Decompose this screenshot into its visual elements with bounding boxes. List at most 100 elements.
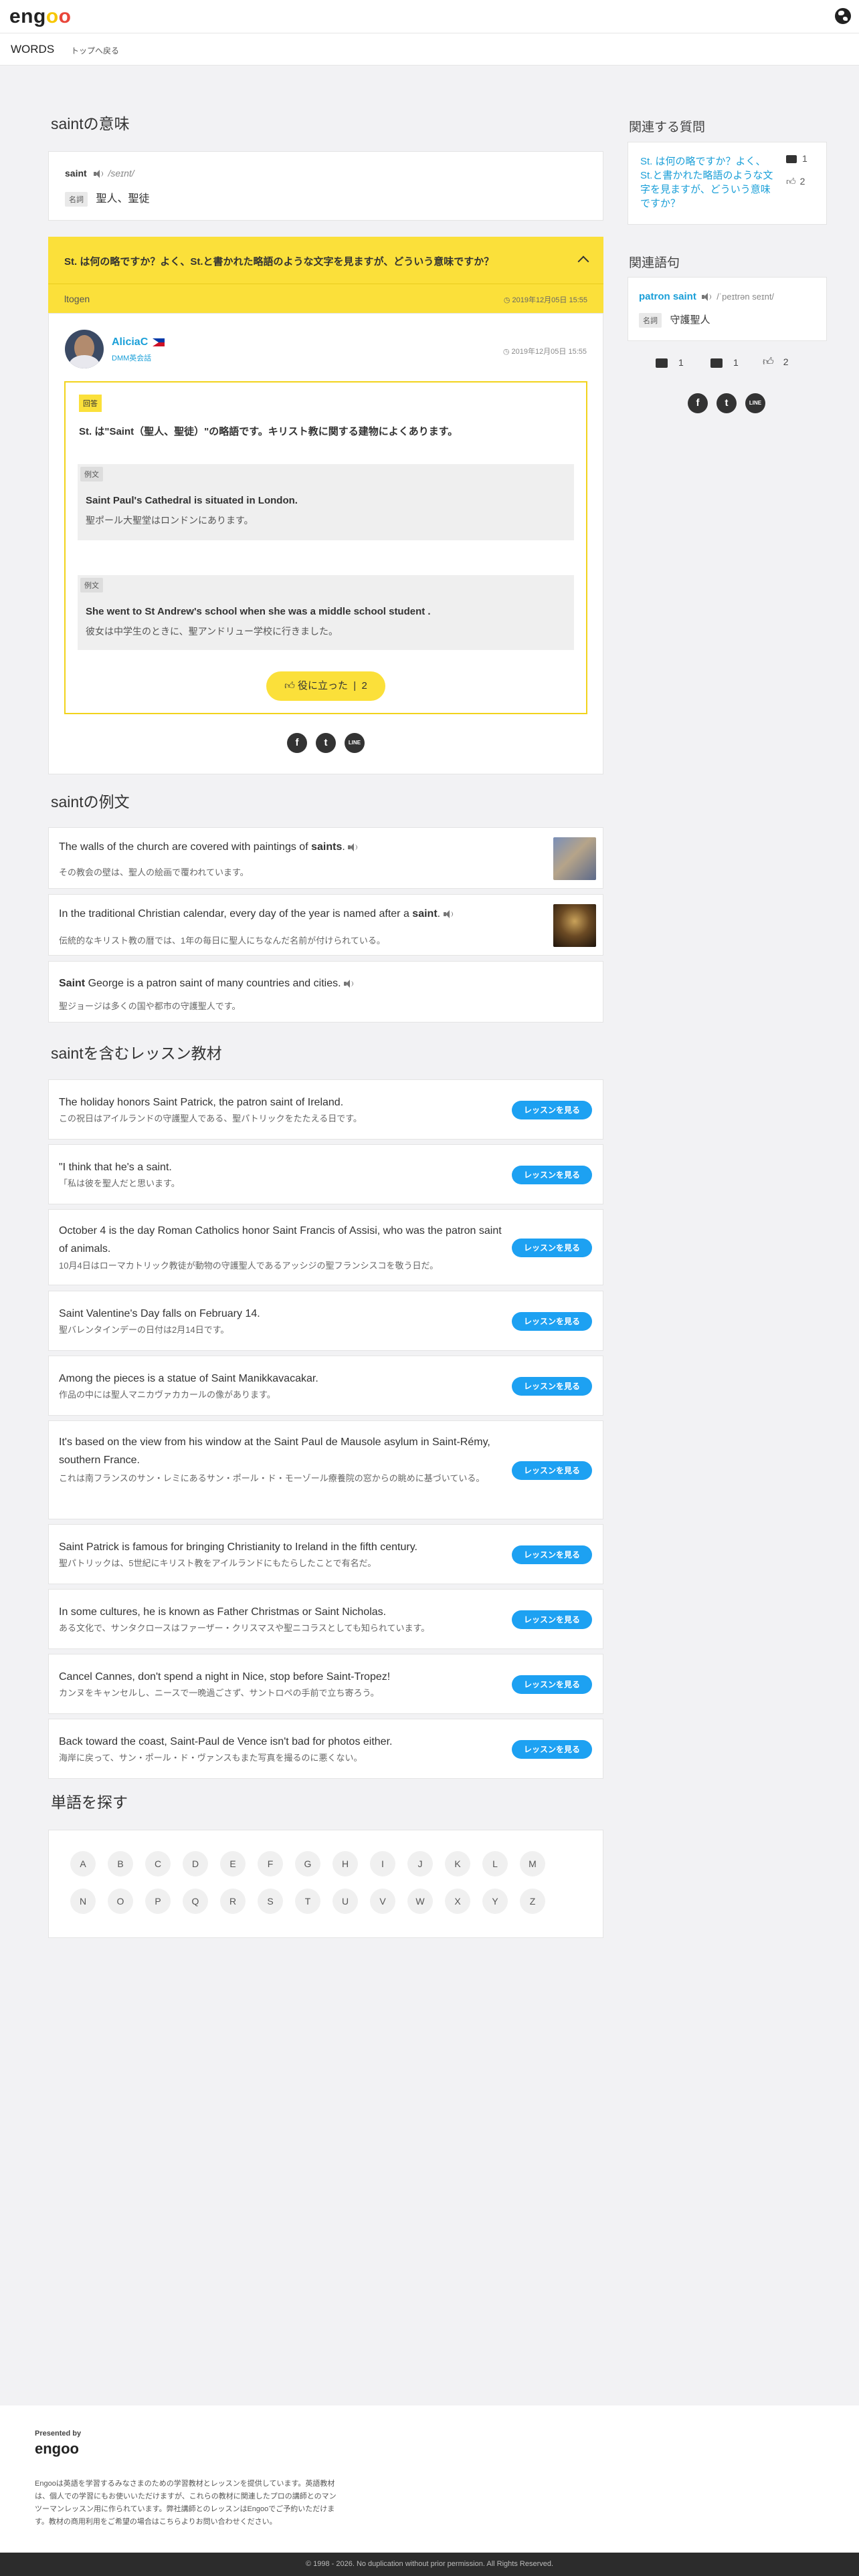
letter-e[interactable]: E [220,1851,246,1876]
letter-s[interactable]: S [258,1889,283,1914]
answerer-badge: DMM英会話 [112,354,152,362]
letter-m[interactable]: M [520,1851,545,1876]
letter-z[interactable]: Z [520,1889,545,1914]
letter-q[interactable]: Q [183,1889,208,1914]
copyright: © 1998 - 2026. No duplication without pr… [0,2553,859,2576]
letter-p[interactable]: P [145,1889,171,1914]
example-box-2: 例文 She went to St Andrew's school when s… [78,575,574,650]
letter-b[interactable]: B [108,1851,133,1876]
letter-r[interactable]: R [220,1889,246,1914]
letter-y[interactable]: Y [482,1889,508,1914]
letter-o[interactable]: O [108,1889,133,1914]
letter-x[interactable]: X [445,1889,470,1914]
lesson-ja: ある文化で、サンタクロースはファーザー・クリスマスや聖ニコラスとしても知られてい… [59,1623,430,1633]
letter-u[interactable]: U [332,1889,358,1914]
twitter-icon[interactable]: t [717,393,737,413]
footer-description: Engooは英語を学習するみなさまのための学習教材とレッスンを提供しています。英… [35,2480,337,2526]
example-en: Saint Paul's Cathedral is situated in Lo… [86,495,298,506]
line-icon[interactable]: LINE [745,393,765,413]
pos-tag: 名詞 [639,313,662,328]
lesson-card: Among the pieces is a statue of Saint Ma… [48,1356,603,1416]
letter-f[interactable]: F [258,1851,283,1876]
view-lesson-button[interactable]: レッスンを見る [512,1166,592,1184]
letter-t[interactable]: T [295,1889,320,1914]
lesson-ja: 作品の中には聖人マニカヴァカカールの像があります。 [59,1390,276,1400]
letter-c[interactable]: C [145,1851,171,1876]
view-lesson-button[interactable]: レッスンを見る [512,1461,592,1480]
question-header[interactable]: St. は何の略ですか？よく、St.と書かれた略語のような文字を見ますが、どうい… [48,237,603,284]
helpful-button[interactable]: 👍︎ 役に立った | 2 [266,671,385,701]
search-words-title: 単語を探す [51,1794,128,1811]
speaker-icon[interactable] [93,170,103,179]
engoo-logo[interactable]: engoo [9,5,72,28]
chat-bubbles-icon [710,358,723,368]
lesson-ja: 聖パトリックは、5世紀にキリスト教をアイルランドにもたらしたことで有名だ。 [59,1558,377,1568]
letter-l[interactable]: L [482,1851,508,1876]
view-lesson-button[interactable]: レッスンを見る [512,1377,592,1396]
footer-logo[interactable]: engoo [35,2440,79,2458]
painting-thumbnail[interactable] [553,904,596,947]
sentence-en: In the traditional Christian calendar, e… [59,908,453,920]
speaker-icon[interactable] [344,979,353,988]
chat-bubbles-icon [786,155,797,164]
letter-v[interactable]: V [370,1889,395,1914]
facebook-icon[interactable]: f [688,393,708,413]
lesson-card: Saint Patrick is famous for bringing Chr… [48,1524,603,1584]
related-words-title: 関連語句 [629,256,680,270]
globe-icon[interactable] [835,8,851,24]
answer-text: St. は"Saint（聖人、聖徒）"の略語です。キリスト教に関する建物によくあ… [79,426,458,437]
lesson-card: "I think that he's a saint. 「私は彼を聖人だと思いま… [48,1144,603,1204]
back-to-top-link[interactable]: トップへ戻る [71,45,119,56]
letter-d[interactable]: D [183,1851,208,1876]
related-word-link[interactable]: patron saint [639,291,696,302]
speaker-icon[interactable] [348,843,358,851]
line-icon[interactable]: LINE [345,733,365,753]
view-lesson-button[interactable]: レッスンを見る [512,1239,592,1257]
letter-w[interactable]: W [407,1889,433,1914]
view-lesson-button[interactable]: レッスンを見る [512,1675,592,1694]
words-label[interactable]: WORDS [11,43,54,56]
lesson-ja: 聖バレンタインデーの日付は2月14日です。 [59,1325,229,1335]
definition-card: saint /seɪnt/ 名詞 聖人、聖徒 [48,151,603,221]
lesson-en: Saint Valentine's Day falls on February … [59,1308,260,1319]
twitter-icon[interactable]: t [316,733,336,753]
sentence-card: The walls of the church are covered with… [48,827,603,889]
flag-icon [152,338,165,346]
chevron-up-icon[interactable] [577,255,589,267]
letter-i[interactable]: I [370,1851,395,1876]
answerer-name[interactable]: AliciaC [112,336,148,348]
speaker-icon[interactable] [443,909,453,918]
letter-h[interactable]: H [332,1851,358,1876]
view-lesson-button[interactable]: レッスンを見る [512,1610,592,1629]
example-label: 例文 [80,467,103,481]
alphabet-card: A B C D E F G H I J K L M N O P Q R S T … [48,1830,603,1938]
facebook-icon[interactable]: f [287,733,307,753]
view-lesson-button[interactable]: レッスンを見る [512,1740,592,1759]
letter-k[interactable]: K [445,1851,470,1876]
pos-tag: 名詞 [65,192,88,207]
stat-answers: 1 [710,357,739,368]
stat-likes: 👍︎ 2 [763,356,789,368]
letter-a[interactable]: A [70,1851,96,1876]
letter-g[interactable]: G [295,1851,320,1876]
search-bubble-icon [656,358,668,368]
avatar[interactable] [65,330,104,368]
example-ja: 聖ポール大聖堂はロンドンにあります。 [86,515,254,526]
painting-thumbnail[interactable] [553,837,596,880]
answer-box: 回答 St. は"Saint（聖人、聖徒）"の略語です。キリスト教に関する建物に… [64,381,587,714]
sentence-card: In the traditional Christian calendar, e… [48,894,603,956]
thumbs-up-icon: 👍︎ [786,176,796,187]
like-count: 👍︎ 2 [786,176,805,187]
lesson-en: October 4 is the day Roman Catholics hon… [59,1225,502,1255]
lesson-card: The holiday honors Saint Patrick, the pa… [48,1079,603,1140]
letter-j[interactable]: J [407,1851,433,1876]
view-lesson-button[interactable]: レッスンを見る [512,1545,592,1564]
view-lesson-button[interactable]: レッスンを見る [512,1101,592,1119]
lesson-card: It's based on the view from his window a… [48,1420,603,1519]
view-lesson-button[interactable]: レッスンを見る [512,1312,592,1331]
speaker-icon[interactable] [702,293,712,302]
related-question-link[interactable]: St. は何の略ですか？よく、St.と書かれた略語のような文字を見ますが、どうい… [640,154,774,211]
question-text: St. は何の略ですか？よく、St.と書かれた略語のような文字を見ますが、どうい… [64,256,494,267]
lesson-en: Cancel Cannes, don't spend a night in Ni… [59,1671,391,1683]
letter-n[interactable]: N [70,1889,96,1914]
